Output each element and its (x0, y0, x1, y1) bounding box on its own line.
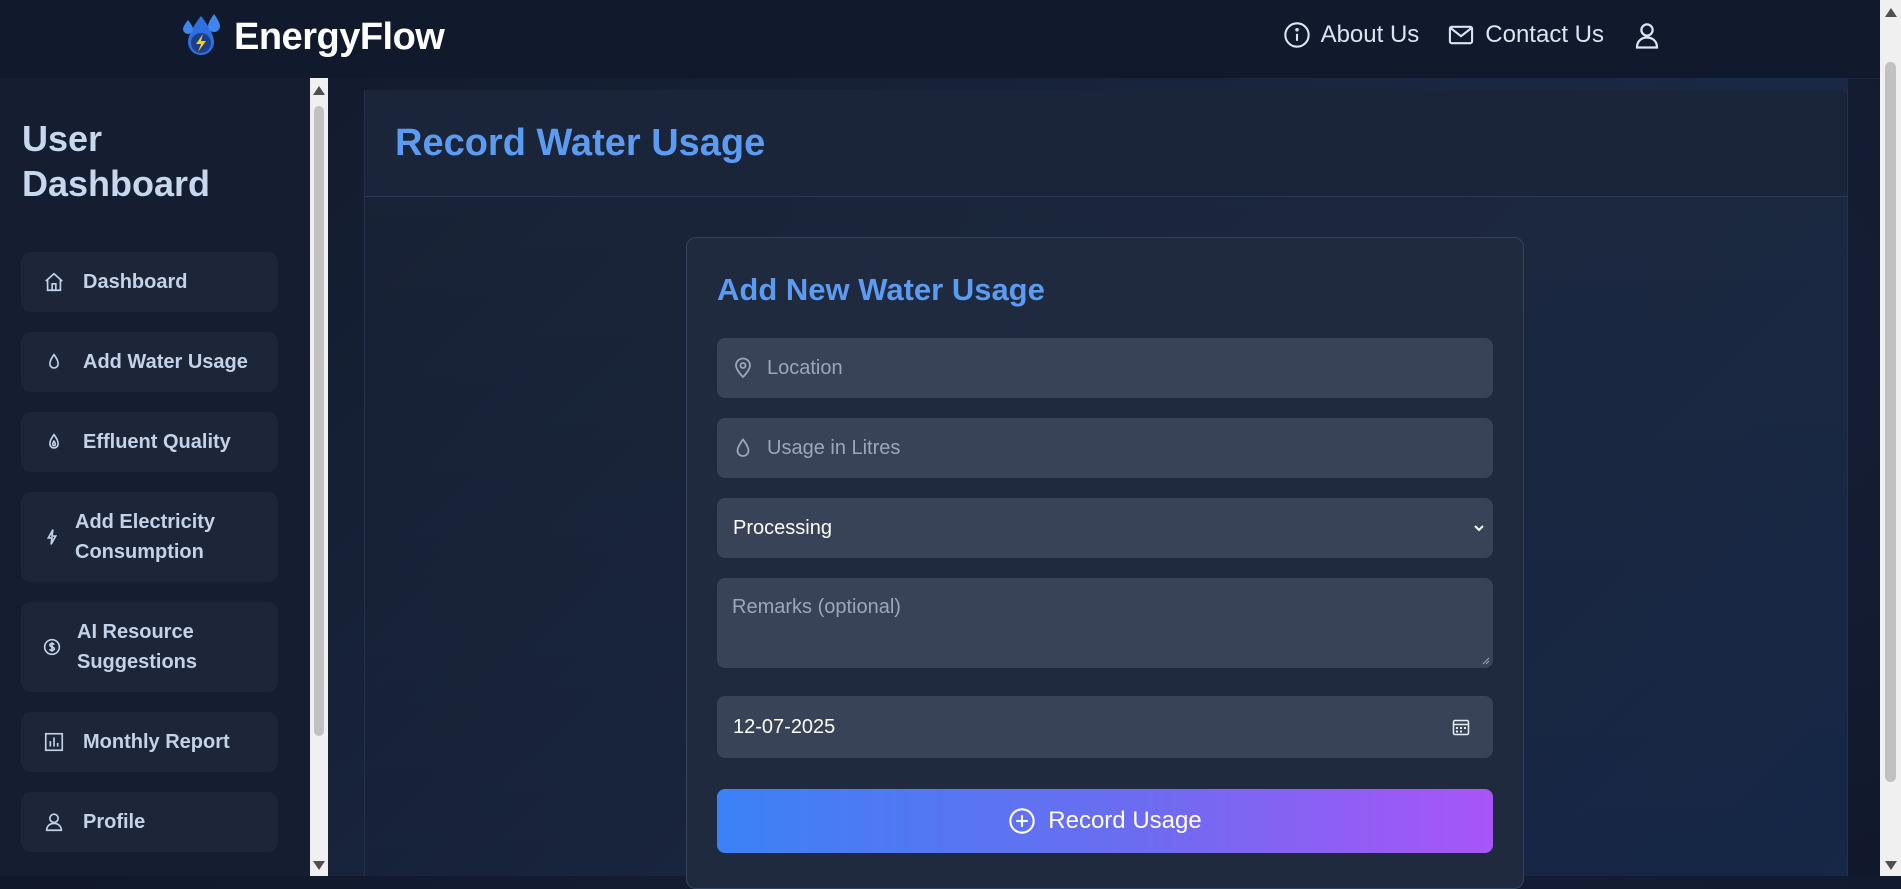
usage-litres-input[interactable]: Usage in Litres (717, 418, 1493, 478)
lightning-icon (41, 526, 63, 548)
calendar-icon[interactable] (1451, 717, 1471, 737)
sidebar-scroll-thumb[interactable] (314, 106, 324, 736)
sidebar-item-dashboard[interactable]: Dashboard (21, 252, 278, 312)
water-usage-form-card: Add New Water Usage Location Usage in Li… (686, 237, 1524, 889)
sidebar-item-add-electricity-consumption[interactable]: Add Electricity Consumption (21, 492, 278, 582)
record-usage-button[interactable]: Record Usage (717, 789, 1493, 853)
sidebar-item-label: Monthly Report (83, 731, 230, 753)
sidebar-item-monthly-report[interactable]: Monthly Report (21, 712, 278, 772)
resize-handle-icon[interactable] (1482, 657, 1490, 665)
user-icon (1635, 23, 1659, 49)
location-placeholder: Location (767, 356, 843, 379)
energyflow-logo-icon (183, 14, 220, 55)
remarks-textarea[interactable]: Remarks (optional) (717, 578, 1493, 668)
sidebar-scrollbar[interactable] (310, 78, 328, 876)
sidebar-title: User Dashboard (22, 118, 211, 204)
page-title: Record Water Usage (395, 122, 766, 164)
scroll-up-arrow[interactable] (313, 86, 325, 95)
info-icon (1283, 22, 1310, 48)
sidebar-item-add-water-usage[interactable]: Add Water Usage (21, 332, 278, 392)
droplet-icon (731, 436, 755, 460)
page-scroll-up-arrow[interactable] (1885, 8, 1897, 17)
usage-placeholder: Usage in Litres (767, 436, 901, 459)
nav-about-us[interactable]: About Us (1283, 21, 1420, 49)
category-select[interactable]: Processing (717, 498, 1493, 558)
category-selected-value: Processing (733, 516, 832, 539)
sidebar-item-label: Add Water Usage (83, 351, 248, 373)
sidebar-item-label: Dashboard (83, 271, 188, 293)
record-usage-label: Record Usage (1048, 807, 1202, 834)
sidebar-item-label: AI Resource Suggestions (77, 621, 198, 673)
form-title: Add New Water Usage (717, 272, 1045, 307)
nav-contact-label: Contact Us (1485, 21, 1604, 48)
page-scrollbar[interactable] (1880, 0, 1901, 876)
flame-droplet-icon (43, 431, 65, 453)
nav-about-label: About Us (1320, 21, 1420, 48)
content-panel: Record Water Usage Add New Water Usage L… (364, 90, 1848, 889)
brand[interactable]: EnergyFlow (176, 12, 445, 62)
nav-contact-us[interactable]: Contact Us (1447, 21, 1604, 49)
user-icon (43, 811, 65, 833)
date-input[interactable]: 12-07-2025 (717, 696, 1493, 758)
chevron-down-icon (1474, 525, 1484, 532)
brand-name: EnergyFlow (234, 15, 445, 58)
page-scroll-thumb[interactable] (1885, 62, 1896, 782)
sidebar-item-effluent-quality[interactable]: Effluent Quality (21, 412, 278, 472)
page-scroll-down-arrow[interactable] (1885, 861, 1897, 870)
sidebar-item-ai-resource-suggestions[interactable]: AI Resource Suggestions (21, 602, 278, 692)
mail-icon (1449, 25, 1474, 45)
user-account-button[interactable] (1632, 20, 1662, 50)
remarks-placeholder: Remarks (optional) (732, 596, 901, 618)
droplet-icon (43, 351, 65, 373)
map-pin-icon (731, 356, 755, 380)
sidebar-item-profile[interactable]: Profile (21, 792, 278, 852)
home-icon (43, 271, 65, 293)
date-value: 12-07-2025 (733, 715, 836, 738)
bar-chart-icon (43, 731, 65, 753)
sidebar-item-label: Effluent Quality (83, 431, 231, 453)
dollar-circle-icon (41, 636, 63, 658)
sidebar-item-label: Add Electricity Consumption (75, 511, 216, 563)
sidebar: User Dashboard Dashboard Add Water Usage… (0, 78, 310, 876)
sidebar-item-label: Profile (83, 811, 146, 833)
top-navbar: EnergyFlow About Us Contact Us (0, 0, 1880, 79)
location-input[interactable]: Location (717, 338, 1493, 398)
plus-circle-icon (1009, 808, 1035, 834)
page-header: Record Water Usage (365, 90, 1847, 197)
scroll-down-arrow[interactable] (313, 861, 325, 870)
top-nav: About Us Contact Us (1283, 20, 1662, 50)
